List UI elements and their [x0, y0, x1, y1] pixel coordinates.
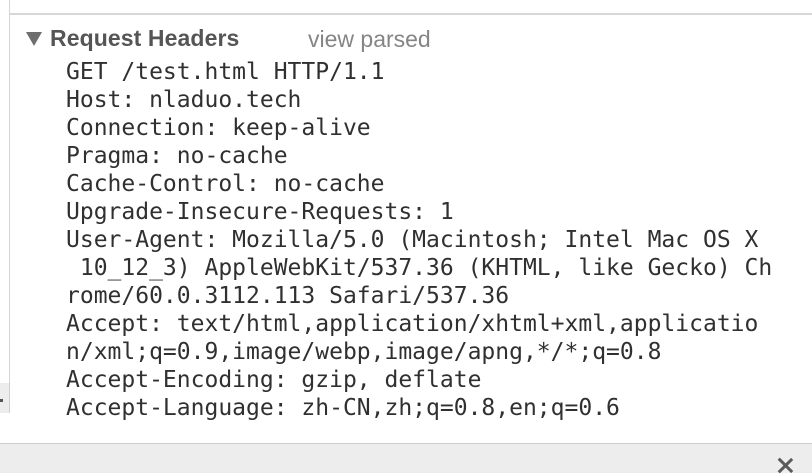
section-title: Request Headers	[50, 24, 240, 51]
panel-left-border	[9, 0, 10, 413]
previous-section-clipped	[10, 0, 812, 12]
header-line: Accept-Encoding: gzip, deflate	[66, 367, 482, 393]
request-headers-source: GET /test.html HTTP/1.1 Host: nladuo.tec…	[66, 58, 772, 422]
header-line: Accept-Language: zh-CN,zh;q=0.8,en;q=0.6	[66, 395, 620, 421]
header-line: n/xml;q=0.9,image/webp,image/apng,*/*;q=…	[66, 339, 662, 365]
close-icon[interactable]	[776, 456, 794, 474]
triangle-down-icon[interactable]	[26, 31, 42, 46]
header-line: Pragma: no-cache	[66, 143, 288, 169]
header-line: GET /test.html HTTP/1.1	[66, 59, 385, 85]
header-line: Connection: keep-alive	[66, 115, 371, 141]
view-parsed-link[interactable]: view parsed	[308, 24, 431, 54]
header-line: Cache-Control: no-cache	[66, 171, 385, 197]
edge-marker	[0, 399, 3, 402]
header-line: rome/60.0.3112.113 Safari/537.36	[66, 283, 510, 309]
header-line: User-Agent: Mozilla/5.0 (Macintosh; Inte…	[66, 227, 759, 253]
header-line: 10_12_3) AppleWebKit/537.36 (KHTML, like…	[66, 255, 773, 281]
header-line: Host: nladuo.tech	[66, 87, 302, 113]
request-headers-toggle[interactable]: Request Headers	[26, 23, 239, 53]
drawer-bar	[0, 443, 812, 473]
section-divider	[10, 13, 812, 15]
panel-resize-edge[interactable]	[0, 383, 10, 413]
header-line: Upgrade-Insecure-Requests: 1	[66, 199, 454, 225]
header-line: Accept: text/html,application/xhtml+xml,…	[66, 311, 759, 337]
